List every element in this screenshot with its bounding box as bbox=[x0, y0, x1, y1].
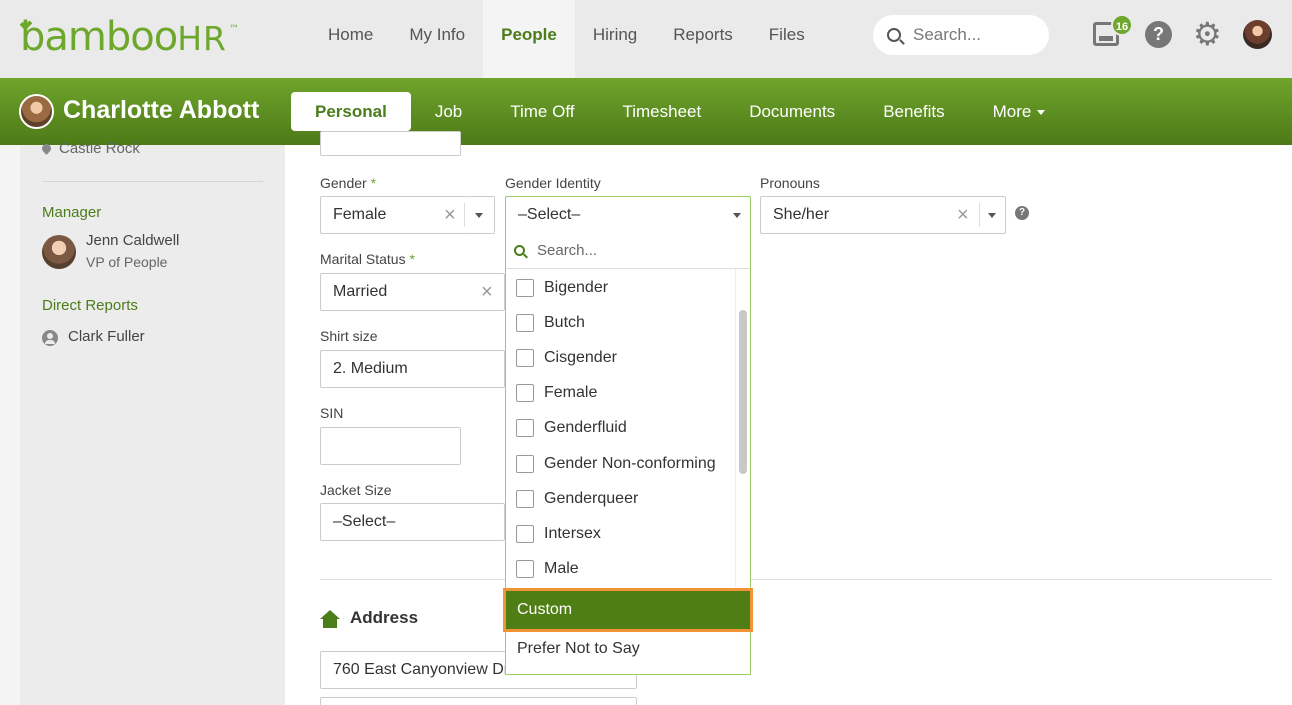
main-nav: Home My Info People Hiring Reports Files bbox=[310, 0, 823, 78]
option-gender-non-conforming[interactable]: Gender Non-conforming bbox=[516, 449, 716, 479]
personal-form: Gender * Female × Gender Identity –Selec… bbox=[285, 131, 1292, 705]
tab-time-off[interactable]: Time Off bbox=[486, 92, 598, 131]
dropdown-search-input[interactable]: Search... bbox=[506, 232, 750, 269]
settings-gear-icon[interactable]: ⚙ bbox=[1193, 18, 1222, 50]
employee-name: Charlotte Abbott bbox=[63, 96, 260, 124]
employee-tabs: Personal Job Time Off Timesheet Document… bbox=[291, 92, 1069, 131]
checkbox[interactable] bbox=[516, 560, 534, 578]
option-butch[interactable]: Butch bbox=[516, 308, 585, 338]
nav-home[interactable]: Home bbox=[310, 0, 391, 78]
nav-files[interactable]: Files bbox=[751, 0, 823, 78]
sin-input[interactable] bbox=[320, 427, 461, 465]
manager-heading: Manager bbox=[42, 204, 102, 221]
gender-dropdown-toggle[interactable] bbox=[467, 196, 495, 234]
clear-icon[interactable]: × bbox=[481, 274, 493, 310]
gender-identity-label: Gender Identity bbox=[505, 175, 601, 191]
search-icon bbox=[514, 244, 525, 256]
option-male[interactable]: Male bbox=[516, 554, 579, 584]
caret-down-icon bbox=[733, 213, 741, 218]
option-genderqueer[interactable]: Genderqueer bbox=[516, 484, 638, 514]
checkbox[interactable] bbox=[516, 490, 534, 508]
search-icon bbox=[887, 28, 901, 42]
jacket-size-label: Jacket Size bbox=[320, 482, 392, 498]
nav-people[interactable]: People bbox=[483, 0, 575, 78]
clear-icon[interactable]: × bbox=[444, 197, 456, 233]
tab-documents[interactable]: Documents bbox=[725, 92, 859, 131]
shirt-size-select[interactable]: 2. Medium bbox=[320, 350, 505, 388]
section-divider bbox=[320, 579, 1272, 580]
tab-job[interactable]: Job bbox=[411, 92, 486, 131]
option-bigender[interactable]: Bigender bbox=[516, 273, 608, 303]
tab-timesheet[interactable]: Timesheet bbox=[598, 92, 725, 131]
inbox-count-badge: 16 bbox=[1111, 14, 1133, 36]
manager-name[interactable]: Jenn Caldwell bbox=[86, 232, 179, 249]
pronouns-label: Pronouns bbox=[760, 175, 820, 191]
shirt-size-label: Shirt size bbox=[320, 328, 378, 344]
manager-avatar bbox=[42, 235, 76, 269]
caret-down-icon bbox=[1037, 110, 1046, 116]
caret-down-icon bbox=[475, 213, 483, 218]
tab-personal[interactable]: Personal bbox=[291, 92, 411, 131]
option-custom[interactable]: Custom bbox=[503, 588, 753, 632]
option-intersex[interactable]: Intersex bbox=[516, 519, 601, 549]
checkbox[interactable] bbox=[516, 419, 534, 437]
top-navigation: bamboo HR ™ Home My Info People Hiring Rep… bbox=[0, 0, 1292, 78]
option-female[interactable]: Female bbox=[516, 378, 597, 408]
jacket-size-select[interactable]: –Select– bbox=[320, 503, 505, 541]
scrollbar-thumb[interactable] bbox=[739, 310, 747, 474]
dropdown-options-list: Bigender Butch Cisgender Female Genderfl… bbox=[506, 269, 750, 587]
direct-reports-heading: Direct Reports bbox=[42, 297, 138, 314]
nav-reports[interactable]: Reports bbox=[655, 0, 751, 78]
tab-benefits[interactable]: Benefits bbox=[859, 92, 968, 131]
checkbox[interactable] bbox=[516, 525, 534, 543]
gender-label: Gender * bbox=[320, 175, 377, 191]
help-question-icon[interactable]: ? bbox=[1015, 206, 1029, 220]
employee-sidebar: Castle Rock Manager Jenn Caldwell VP of … bbox=[20, 140, 285, 705]
user-avatar[interactable] bbox=[1243, 20, 1272, 49]
partial-field-above[interactable] bbox=[320, 131, 461, 156]
employee-avatar bbox=[19, 94, 54, 129]
home-icon bbox=[320, 610, 340, 628]
location-pin-icon bbox=[40, 142, 53, 155]
checkbox[interactable] bbox=[516, 314, 534, 332]
nav-my-info[interactable]: My Info bbox=[391, 0, 483, 78]
marital-status-label: Marital Status * bbox=[320, 251, 415, 267]
checkbox[interactable] bbox=[516, 384, 534, 402]
global-search-input[interactable]: Search... bbox=[873, 15, 1049, 55]
help-icon[interactable]: ? bbox=[1145, 21, 1172, 48]
person-icon bbox=[42, 330, 58, 346]
checkbox[interactable] bbox=[516, 349, 534, 367]
option-genderfluid[interactable]: Genderfluid bbox=[516, 413, 627, 443]
bamboohr-logo[interactable]: bamboo HR ™ bbox=[19, 14, 239, 60]
employee-header: Charlotte Abbott Personal Job Time Off T… bbox=[0, 78, 1292, 145]
location: Castle Rock bbox=[40, 140, 140, 157]
marital-status-select[interactable]: Married × bbox=[320, 273, 505, 311]
address-heading: Address bbox=[350, 608, 419, 627]
gender-select[interactable]: Female × bbox=[320, 196, 468, 234]
option-prefer-not-to-say[interactable]: Prefer Not to Say bbox=[517, 640, 640, 658]
dropdown-scrollbar[interactable] bbox=[735, 269, 750, 587]
caret-down-icon bbox=[988, 213, 996, 218]
pronouns-select[interactable]: She/her × bbox=[760, 196, 1006, 234]
sidebar-divider bbox=[42, 181, 263, 182]
checkbox[interactable] bbox=[516, 455, 534, 473]
tab-more[interactable]: More bbox=[969, 92, 1070, 131]
sin-label: SIN bbox=[320, 405, 344, 421]
address-line2-input[interactable] bbox=[320, 697, 637, 705]
nav-hiring[interactable]: Hiring bbox=[575, 0, 655, 78]
gender-identity-select[interactable]: –Select– bbox=[505, 196, 751, 234]
option-cisgender[interactable]: Cisgender bbox=[516, 343, 617, 373]
manager-title: VP of People bbox=[86, 254, 168, 270]
direct-report-name[interactable]: Clark Fuller bbox=[68, 328, 145, 345]
clear-icon[interactable]: × bbox=[957, 197, 969, 233]
checkbox[interactable] bbox=[516, 279, 534, 297]
